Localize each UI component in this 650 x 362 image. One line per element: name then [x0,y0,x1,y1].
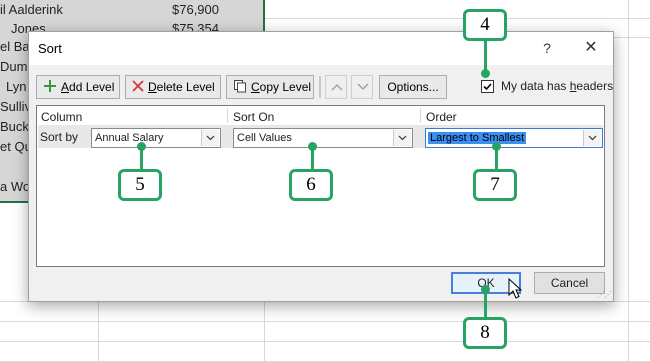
options-label: Options... [387,80,439,94]
cell-text: Duma [0,59,28,74]
sort-dialog: Sort ? ✕ Add Level Delete Level Copy Lev… [28,31,614,302]
chevron-down-icon[interactable] [583,130,601,146]
gridline [628,0,629,362]
cell-employee-name[interactable]: il Aalderink [0,0,98,19]
cancel-button[interactable]: Cancel [534,272,605,294]
cell-employee-name[interactable]: Duma [0,57,28,77]
callout-stem [484,289,487,319]
headers-checkbox-label[interactable]: My data has headers [501,79,613,93]
cell-employee-name[interactable]: Lyn [0,77,28,97]
dialog-title: Sort [38,41,62,56]
callout-5: 5 [118,169,162,201]
column-header: Column [41,110,83,124]
cell-employee-name[interactable]: et Qu [0,137,28,157]
cell-employee-name[interactable]: Sulliv [0,97,28,117]
callout-6: 6 [289,169,333,201]
callout-stem [311,146,314,170]
resize-grip-icon[interactable]: ⋰⋰ [597,290,612,299]
cell-text: a Wo [0,179,28,194]
sort-on-header: Sort On [233,110,275,124]
cell-text: Sulliv [0,99,28,114]
cell-text: el Ba [0,39,28,54]
selection-border [0,201,30,203]
add-level-label: Add Level [61,80,115,94]
copy-level-button[interactable]: Copy Level [226,75,314,99]
copy-level-label: Copy Level [251,80,312,94]
header-divider [420,108,421,123]
headers-checkbox[interactable] [481,80,494,93]
sort-on-dropdown[interactable]: Cell Values [233,128,413,148]
callout-4: 4 [463,9,507,41]
column-value: Annual Salary [95,132,164,144]
plus-icon [43,79,57,96]
help-button[interactable]: ? [539,38,555,58]
callout-dot [481,69,490,78]
cell-employee-name[interactable]: el Ba [0,37,28,57]
cell-text: Lyn [6,79,27,94]
header-divider [227,108,228,123]
options-button[interactable]: Options... [379,75,447,99]
delete-x-icon [132,79,144,95]
cell-text: $76,900 [172,2,219,17]
chevron-down-icon [357,83,369,90]
order-dropdown[interactable]: Largest to Smallest [425,128,603,148]
delete-level-label: Delete Level [148,80,215,94]
toolbar-separator [319,76,321,98]
column-dropdown[interactable]: Annual Salary [91,128,221,148]
cell-employee-name[interactable]: a Wo [0,157,28,201]
callout-7: 7 [473,169,517,201]
close-button[interactable]: ✕ [581,38,601,58]
sort-by-label: Sort by [40,130,79,144]
callout-stem [484,41,487,71]
cell-employee-name[interactable]: Buck [0,117,28,137]
chevron-up-icon [331,84,343,91]
cell-text: il Aalderink [0,2,63,17]
move-down-button[interactable] [351,75,373,99]
dialog-titlebar: Sort ? ✕ [29,32,613,65]
order-header: Order [426,110,457,124]
add-level-button[interactable]: Add Level [36,75,120,99]
copy-icon [233,79,247,96]
order-value: Largest to Smallest [428,132,527,144]
cell-salary[interactable]: $76,900 [98,0,264,19]
sort-on-value: Cell Values [237,132,292,144]
chevron-down-icon[interactable] [393,130,411,146]
cell-text: Buck [0,119,28,134]
cell-text: et Qu [0,139,28,154]
delete-level-button[interactable]: Delete Level [125,75,221,99]
chevron-down-icon[interactable] [201,130,219,146]
mouse-pointer-icon [508,278,522,299]
move-up-button[interactable] [325,75,347,99]
checkmark-icon [483,83,492,91]
callout-8: 8 [463,317,507,349]
callout-stem [495,146,498,170]
callout-stem [140,146,143,170]
